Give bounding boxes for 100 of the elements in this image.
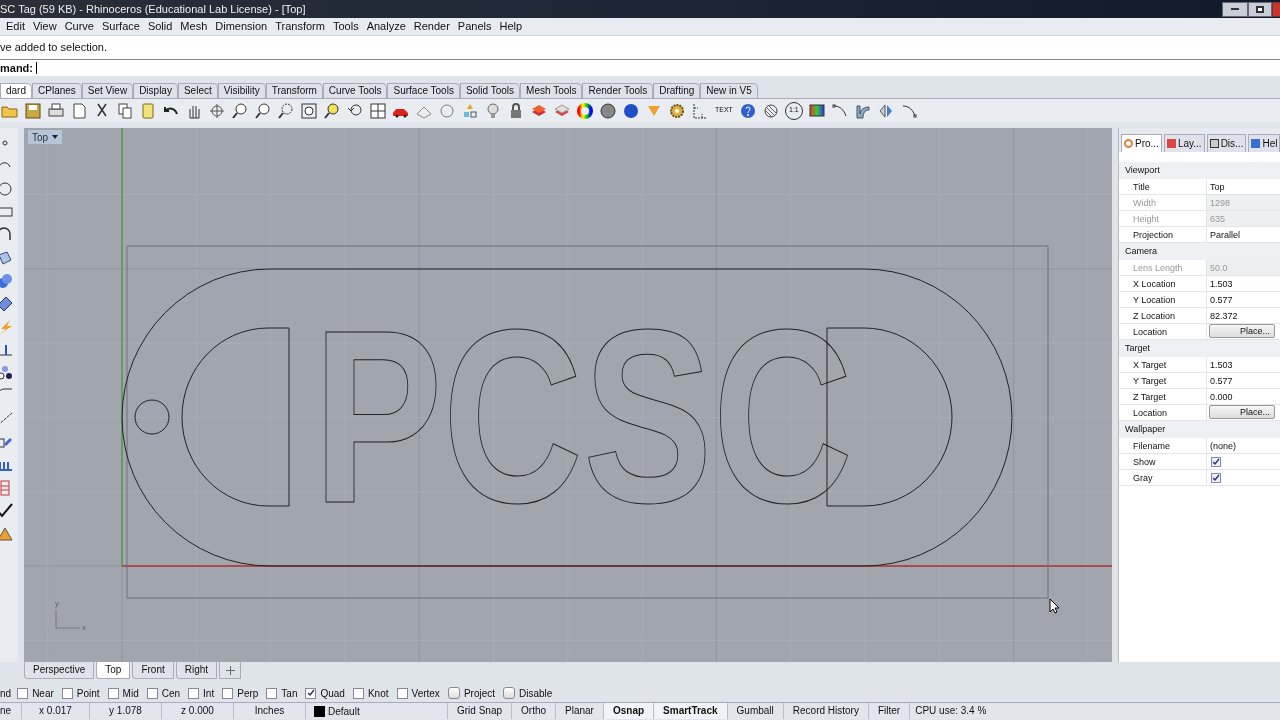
checkbox[interactable] bbox=[352, 687, 364, 699]
menu-item[interactable]: Analyze bbox=[362, 18, 410, 35]
place-button[interactable]: Place... bbox=[1209, 324, 1275, 338]
menu-item[interactable]: Panels bbox=[453, 18, 496, 35]
zoom-extents-icon[interactable] bbox=[300, 101, 318, 120]
menu-item[interactable]: Render bbox=[409, 18, 454, 35]
viewport-title[interactable]: Top bbox=[28, 130, 63, 144]
sphere-icon[interactable] bbox=[599, 101, 617, 120]
viewport-tab[interactable]: Right bbox=[175, 662, 218, 679]
panel-tab[interactable]: Pro... bbox=[1121, 134, 1162, 152]
osnap-option[interactable]: Disable bbox=[503, 685, 553, 701]
spheres-icon[interactable] bbox=[0, 272, 14, 290]
restore-button[interactable] bbox=[1248, 1, 1272, 17]
toolbar-tab[interactable]: Transform bbox=[265, 83, 323, 98]
copy-icon[interactable] bbox=[116, 101, 134, 120]
status-toggle[interactable]: Planar bbox=[556, 703, 604, 719]
check-icon[interactable] bbox=[0, 502, 14, 520]
help-icon[interactable] bbox=[738, 101, 757, 120]
minimize-button[interactable] bbox=[1222, 1, 1248, 17]
checkbox[interactable] bbox=[1211, 473, 1221, 483]
viewport-tab[interactable]: Perspective bbox=[24, 662, 95, 679]
toolbar-tab[interactable]: Render Tools bbox=[582, 83, 654, 98]
checkbox[interactable] bbox=[61, 687, 73, 699]
osnap-option[interactable]: Cen bbox=[146, 685, 181, 701]
toolbar-tab[interactable]: Set View bbox=[81, 83, 134, 98]
dimension-icon[interactable] bbox=[691, 101, 709, 120]
checkbox[interactable] bbox=[107, 687, 119, 699]
clipboard-icon[interactable] bbox=[139, 101, 157, 120]
sphere-icon[interactable] bbox=[622, 101, 640, 120]
status-toggle[interactable]: SmartTrack bbox=[654, 703, 728, 719]
property-value[interactable]: Top bbox=[1207, 179, 1280, 194]
menu-item[interactable]: Solid bbox=[143, 18, 177, 35]
zoom-icon[interactable] bbox=[254, 101, 272, 120]
property-value[interactable]: 0.000 bbox=[1207, 389, 1280, 404]
dots-icon[interactable] bbox=[0, 364, 14, 382]
checkbox[interactable] bbox=[305, 687, 317, 699]
panel-tab[interactable]: Hel bbox=[1248, 134, 1280, 152]
viewport-tab[interactable]: Front bbox=[132, 662, 174, 679]
osnap-option[interactable]: Vertex bbox=[396, 685, 440, 701]
toolbar-tab[interactable]: Mesh Tools bbox=[520, 83, 583, 98]
toolbar-tab[interactable]: Surface Tools bbox=[387, 83, 460, 98]
toolbar-tab[interactable]: Visibility bbox=[217, 83, 266, 98]
menu-item[interactable]: Surface bbox=[97, 18, 144, 35]
menu-item[interactable]: View bbox=[28, 18, 61, 35]
property-value[interactable]: Parallel bbox=[1207, 227, 1280, 242]
property-value[interactable]: 0.577 bbox=[1207, 373, 1280, 388]
toolbar-tab[interactable]: Drafting bbox=[653, 83, 701, 98]
property-value[interactable]: 82.372 bbox=[1207, 308, 1280, 323]
surface-icon[interactable] bbox=[0, 249, 14, 267]
property-value[interactable]: (none) bbox=[1207, 438, 1280, 453]
status-toggle[interactable]: Gumball bbox=[727, 703, 784, 719]
status-toggle[interactable]: Osnap bbox=[603, 703, 655, 719]
zoom-window-icon[interactable] bbox=[277, 101, 295, 120]
panel-tab[interactable]: Dis... bbox=[1206, 134, 1247, 152]
toolbar-tab[interactable]: Display bbox=[133, 83, 178, 98]
menu-item[interactable]: Curve bbox=[60, 18, 98, 35]
osnap-option[interactable]: Perp bbox=[222, 685, 259, 701]
gear-icon[interactable] bbox=[668, 101, 686, 120]
checkbox[interactable] bbox=[188, 687, 200, 699]
checkbox[interactable] bbox=[222, 687, 234, 699]
toolbar-tab[interactable]: Solid Tools bbox=[459, 83, 521, 98]
hatch-icon[interactable] bbox=[761, 101, 780, 120]
rotate-view-icon[interactable] bbox=[208, 101, 226, 120]
viewport-tab[interactable]: Top bbox=[96, 662, 131, 679]
menu-item[interactable]: Edit bbox=[2, 18, 29, 35]
osnap-option[interactable]: Point bbox=[61, 685, 100, 701]
place-button[interactable]: Place... bbox=[1209, 405, 1275, 419]
osnap-option[interactable]: Knot bbox=[352, 685, 389, 701]
units[interactable]: Inches bbox=[234, 703, 306, 719]
property-value[interactable]: 1.503 bbox=[1207, 357, 1280, 372]
status-toggle[interactable]: Record History bbox=[783, 703, 869, 719]
toolbar-tab[interactable]: dard bbox=[0, 83, 32, 98]
layer-selector[interactable]: Default bbox=[306, 703, 448, 719]
menu-item[interactable]: Dimension bbox=[211, 18, 272, 35]
toolbar-tab[interactable]: CPlanes bbox=[32, 83, 82, 98]
zoom-icon[interactable] bbox=[231, 101, 249, 120]
light-bulb-icon[interactable] bbox=[484, 101, 502, 120]
four-viewports-icon[interactable] bbox=[369, 101, 387, 120]
osnap-option[interactable]: Tan bbox=[266, 685, 298, 701]
close-button[interactable] bbox=[1272, 1, 1280, 17]
status-toggle[interactable]: Filter bbox=[868, 703, 911, 719]
toolbar-tab[interactable]: Curve Tools bbox=[322, 83, 388, 98]
property-value[interactable]: 1.503 bbox=[1207, 276, 1280, 291]
checkbox[interactable] bbox=[447, 687, 460, 699]
color-chart-icon[interactable] bbox=[807, 101, 826, 120]
toolbar-tab[interactable]: Select bbox=[177, 83, 218, 98]
checkbox[interactable] bbox=[503, 687, 515, 699]
checkbox[interactable] bbox=[17, 687, 29, 699]
property-value[interactable]: 0.577 bbox=[1207, 292, 1280, 307]
toolbar-tab[interactable]: New in V5 bbox=[700, 83, 758, 98]
checkbox[interactable] bbox=[146, 687, 158, 699]
checkbox[interactable] bbox=[396, 687, 408, 699]
pyramid-icon[interactable] bbox=[0, 525, 14, 543]
osnap-option[interactable]: Project bbox=[447, 685, 495, 701]
menu-item[interactable]: Mesh bbox=[176, 18, 212, 35]
osnap-option[interactable]: Quad bbox=[305, 685, 345, 701]
menu-item[interactable]: Tools bbox=[328, 18, 363, 35]
panel-tab[interactable]: Lay... bbox=[1163, 134, 1205, 152]
document-icon[interactable] bbox=[70, 101, 88, 120]
menu-item[interactable]: Transform bbox=[271, 18, 329, 35]
